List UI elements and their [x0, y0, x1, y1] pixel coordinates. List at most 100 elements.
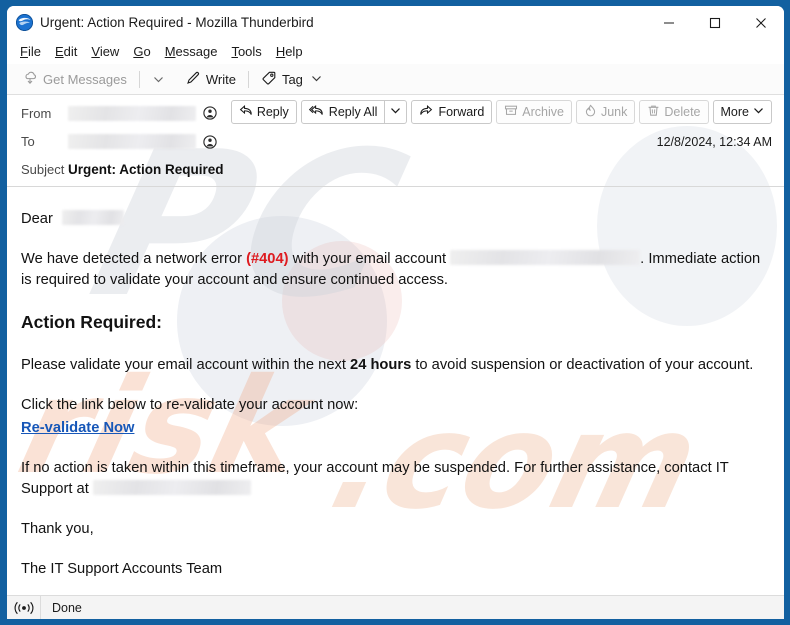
toolbar-separator [138, 70, 140, 88]
tag-label: Tag [281, 71, 303, 87]
body-signoff-1: Thank you, [21, 520, 94, 537]
reply-dropdown-button[interactable] [385, 100, 408, 124]
body-paragraph-4: If no action is taken within this timefr… [21, 458, 770, 500]
header-row-from: From Reply Reply All Forward Archive Jun… [7, 100, 784, 124]
subject-label: Subject [21, 162, 65, 177]
tag-icon [261, 70, 277, 89]
from-value-redacted[interactable] [68, 105, 196, 121]
to-label: To [21, 134, 35, 149]
reply-label: Reply [256, 105, 289, 119]
minimize-button[interactable] [646, 6, 692, 39]
thunderbird-logo-icon [15, 13, 34, 32]
forward-button[interactable]: Forward [411, 100, 493, 124]
greeting-text: Dear [21, 211, 53, 227]
message-body: Dear We have detected a network error (#… [7, 187, 784, 595]
more-button[interactable]: More [712, 100, 772, 124]
write-button[interactable]: Write [180, 68, 241, 91]
pencil-icon [185, 70, 201, 89]
menu-item-file[interactable]: File [13, 42, 48, 61]
download-cloud-icon [22, 70, 38, 89]
archive-label: Archive [522, 105, 564, 119]
forward-arrow-icon [419, 104, 434, 120]
online-broadcast-icon[interactable] [7, 596, 41, 619]
menu-item-help-rest: elp [285, 44, 303, 59]
deadline-text: 24 hours [350, 357, 412, 374]
menu-item-view-rest: iew [99, 44, 120, 59]
message-action-toolbar: Reply Reply All Forward Archive Junk Del… [227, 100, 772, 124]
message-date: 12/8/2024, 12:34 AM [656, 134, 772, 149]
tag-chevron-down-icon[interactable] [311, 72, 322, 87]
get-messages-chevron-down-icon[interactable] [147, 72, 170, 87]
window-inner: PC risk .com Urgent: Action Required - M… [7, 6, 784, 619]
toolbar-separator [247, 70, 249, 88]
from-contact-circle-icon[interactable] [203, 106, 217, 120]
get-messages-button[interactable]: Get Messages [17, 68, 132, 91]
message-header: From Reply Reply All Forward Archive Jun… [7, 95, 784, 187]
menu-bar: File Edit View Go Message Tools Help [7, 39, 784, 64]
write-label: Write [205, 71, 236, 87]
subject-value: Urgent: Action Required [68, 162, 224, 177]
reply-all-group: Reply All [297, 100, 408, 124]
menu-item-file-rest: ile [27, 44, 41, 59]
reply-button[interactable]: Reply [230, 100, 297, 124]
menu-item-go[interactable]: Go [126, 42, 157, 61]
get-messages-label: Get Messages [43, 71, 127, 87]
reply-all-button[interactable]: Reply All [300, 100, 386, 124]
greeting-name-redacted [61, 210, 124, 225]
header-row-subject: Subject Urgent: Action Required [7, 159, 784, 180]
header-row-to: To 12/8/2024, 12:34 AM [7, 131, 784, 152]
status-bar: Done [7, 595, 784, 619]
main-toolbar: Get Messages Write Tag [7, 64, 784, 95]
flame-icon [584, 104, 597, 120]
menu-item-help[interactable]: Help [269, 42, 310, 61]
menu-item-message-rest: essage [175, 44, 218, 59]
para2-text-a: Please validate your email account withi… [21, 357, 351, 374]
menu-item-message[interactable]: Message [158, 42, 225, 61]
menu-item-tools-rest: ools [237, 44, 262, 59]
menu-item-edit[interactable]: Edit [48, 42, 84, 61]
body-signoff-2: The IT Support Accounts Team [21, 560, 223, 577]
reply-arrow-icon [239, 104, 253, 120]
from-label: From [21, 105, 52, 121]
para3-text: Click the link below to re-validate your… [21, 397, 359, 414]
reply-all-label: Reply All [328, 105, 378, 119]
chevron-down-icon [753, 105, 764, 119]
archive-button[interactable]: Archive [496, 100, 572, 124]
chevron-down-icon [390, 105, 401, 119]
trash-icon [647, 104, 660, 120]
delete-button[interactable]: Delete [639, 100, 709, 124]
title-bar: Urgent: Action Required - Mozilla Thunde… [7, 6, 784, 39]
body-paragraph-2: Please validate your email account withi… [21, 355, 770, 376]
re-validate-now-link[interactable]: Re-validate Now [21, 420, 134, 436]
junk-label: Junk [600, 105, 628, 119]
support-email-redacted [92, 479, 251, 495]
body-heading-action-required: Action Required: [21, 311, 162, 332]
menu-item-go-rest: o [143, 44, 151, 59]
body-link-wrapper: Re-validate Now [21, 418, 770, 439]
menu-item-tools[interactable]: Tools [224, 42, 268, 61]
error-code-text: (#404) [246, 250, 289, 267]
account-email-redacted [450, 249, 641, 265]
more-label: More [720, 105, 749, 119]
body-paragraph-1: We have detected a network error (#404) … [21, 249, 770, 291]
para2-text-b: to avoid suspension or deactivation of y… [411, 357, 754, 374]
junk-button[interactable]: Junk [575, 100, 636, 124]
to-value-redacted[interactable] [68, 134, 196, 149]
window-frame: PC risk .com Urgent: Action Required - M… [0, 0, 790, 625]
reply-all-arrow-icon [308, 104, 325, 120]
para1-text-a: We have detected a network error [21, 250, 247, 267]
body-greeting: Dear [21, 209, 770, 230]
para1-text-b: with your email account [288, 250, 451, 267]
maximize-button[interactable] [692, 6, 738, 39]
archive-box-icon [504, 104, 518, 120]
window-title: Urgent: Action Required - Mozilla Thunde… [40, 15, 314, 30]
delete-label: Delete [664, 105, 701, 119]
forward-label: Forward [438, 105, 485, 119]
close-button[interactable] [738, 6, 784, 39]
status-text: Done [52, 600, 82, 615]
menu-item-view[interactable]: View [84, 42, 126, 61]
menu-item-edit-rest: dit [63, 44, 78, 59]
body-paragraph-3: Click the link below to re-validate your… [21, 395, 770, 416]
to-contact-circle-icon[interactable] [203, 134, 217, 149]
tag-button[interactable]: Tag [256, 68, 327, 91]
